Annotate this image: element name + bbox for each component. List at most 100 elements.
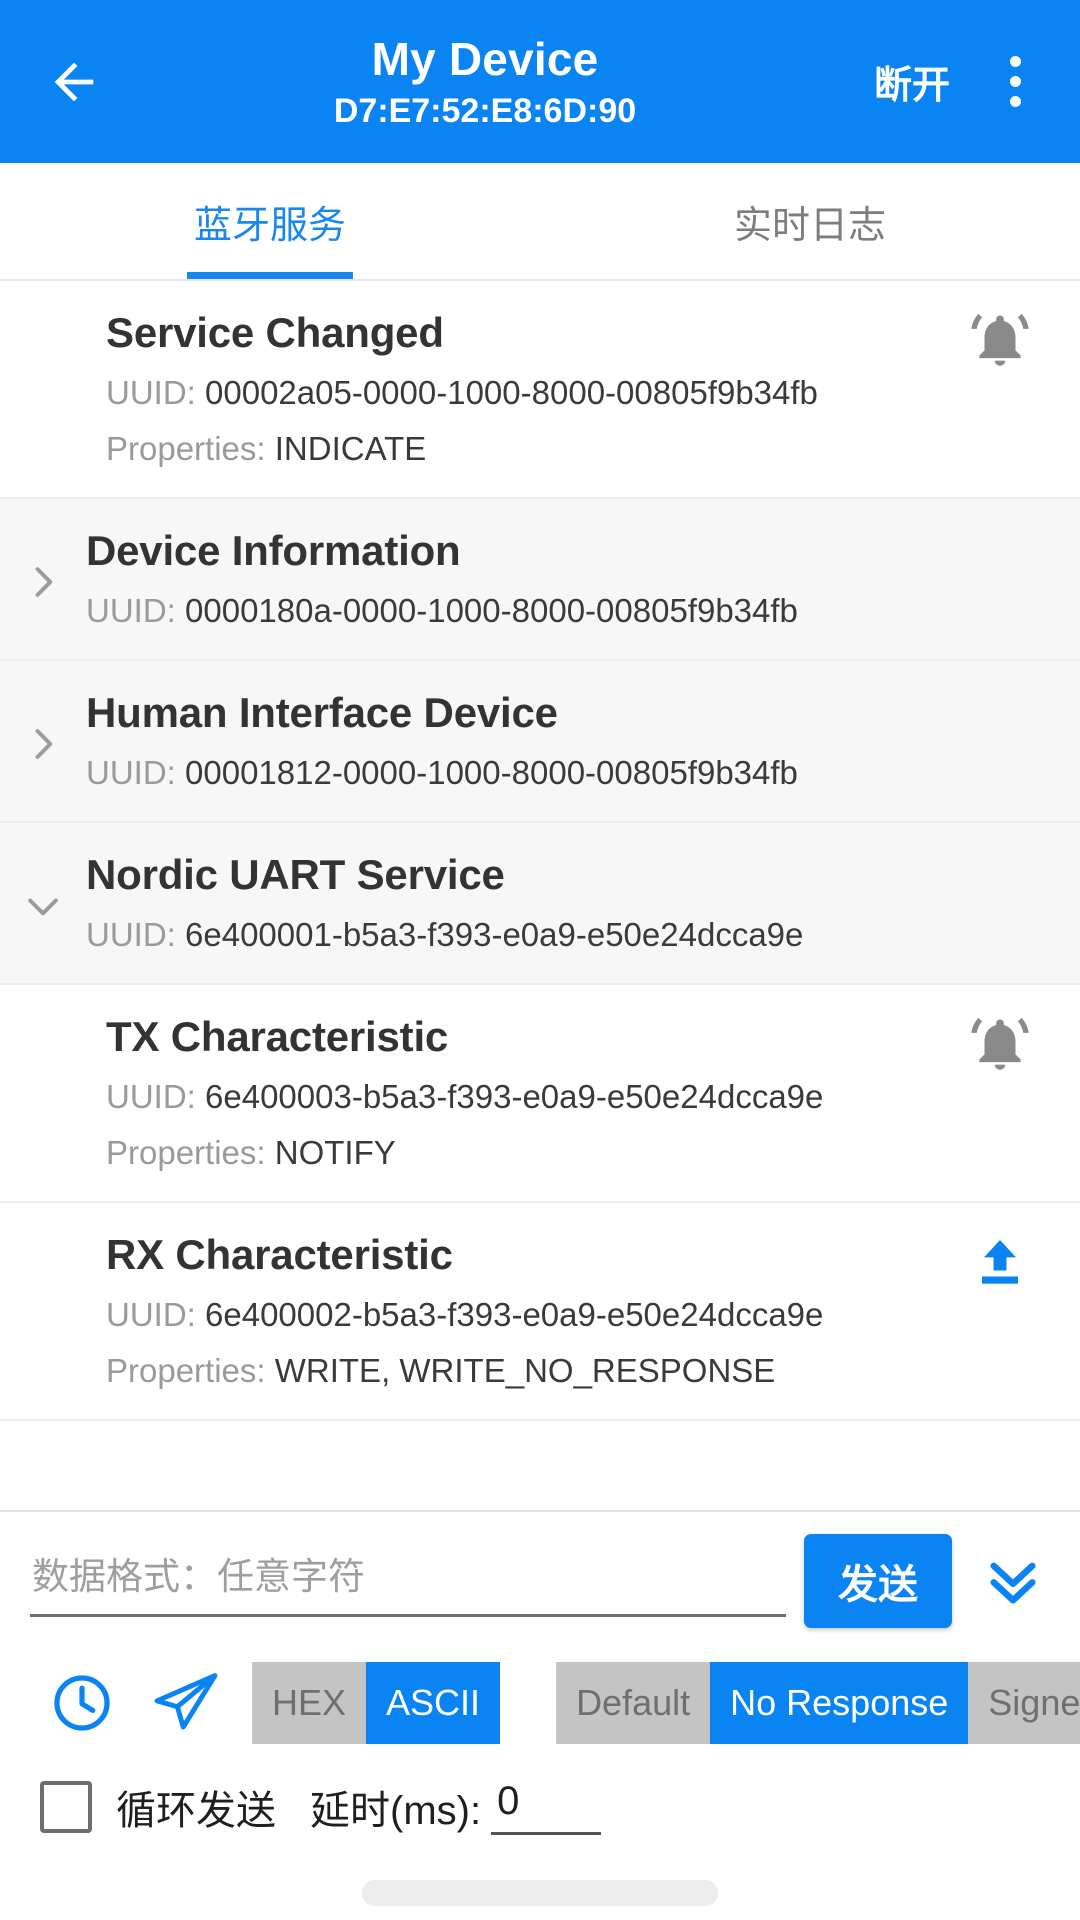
expand-panel-button[interactable] bbox=[970, 1538, 1056, 1624]
send-row: 发送 bbox=[0, 1512, 1080, 1642]
format-option-hex[interactable]: HEX bbox=[252, 1662, 367, 1744]
list-item-properties: Properties: NOTIFY bbox=[106, 1129, 952, 1177]
back-button[interactable] bbox=[28, 36, 120, 128]
upload-arrow-icon bbox=[981, 1240, 1019, 1284]
chevron-down-icon bbox=[28, 898, 58, 916]
uuid-label: UUID: bbox=[86, 916, 176, 953]
properties-label: Properties: bbox=[106, 430, 266, 467]
chevron-right-icon bbox=[35, 729, 53, 759]
uuid-value: 6e400001-b5a3-f393-e0a9-e50e24dcca9e bbox=[185, 916, 804, 953]
clock-icon bbox=[54, 1675, 110, 1731]
expand-toggle[interactable] bbox=[0, 523, 86, 635]
tab-label: 实时日志 bbox=[733, 204, 886, 247]
overflow-menu-button[interactable] bbox=[978, 36, 1052, 128]
chevron-right-icon bbox=[35, 567, 53, 597]
list-item-uuid: UUID: 6e400001-b5a3-f393-e0a9-e50e24dcca… bbox=[86, 911, 1048, 959]
composer-toolbar: HEX ASCII Default No Response Signed bbox=[0, 1642, 1080, 1760]
format-option-ascii[interactable]: ASCII bbox=[366, 1662, 501, 1744]
uuid-value: 0000180a-0000-1000-8000-00805f9b34fb bbox=[185, 592, 798, 629]
properties-label: Properties: bbox=[106, 1134, 266, 1171]
list-item[interactable]: RX Characteristic UUID: 6e400002-b5a3-f3… bbox=[0, 1203, 1080, 1421]
app-bar: My Device D7:E7:52:E8:6D:90 断开 bbox=[0, 0, 1080, 163]
notifications-active-bell-icon bbox=[971, 313, 1029, 366]
home-indicator bbox=[0, 1860, 1080, 1920]
loop-send-checkbox[interactable] bbox=[40, 1781, 92, 1833]
composer-panel: 发送 HEX bbox=[0, 1510, 1080, 1920]
list-item-uuid: UUID: 6e400002-b5a3-f393-e0a9-e50e24dcca… bbox=[106, 1291, 952, 1339]
list-item-uuid: UUID: 0000180a-0000-1000-8000-00805f9b34… bbox=[86, 587, 1048, 635]
more-vertical-icon bbox=[1009, 96, 1021, 107]
properties-label: Properties: bbox=[106, 1352, 266, 1389]
data-input[interactable] bbox=[30, 1545, 786, 1617]
list-item-title: RX Characteristic bbox=[106, 1231, 453, 1278]
list-item-properties: Properties: WRITE, WRITE_NO_RESPONSE bbox=[106, 1347, 952, 1395]
uuid-label: UUID: bbox=[106, 374, 196, 411]
write-mode-segmented-control: Default No Response Signed bbox=[556, 1662, 1080, 1744]
quick-send-button[interactable] bbox=[134, 1658, 238, 1748]
uuid-value: 00001812-0000-1000-8000-00805f9b34fb bbox=[185, 754, 798, 791]
properties-value: NOTIFY bbox=[274, 1134, 396, 1171]
send-button[interactable]: 发送 bbox=[804, 1534, 952, 1628]
write-button[interactable] bbox=[952, 1227, 1048, 1293]
tab-bluetooth-services[interactable]: 蓝牙服务 bbox=[0, 163, 540, 279]
write-mode-signed[interactable]: Signed bbox=[968, 1662, 1080, 1744]
list-item-uuid: UUID: 6e400003-b5a3-f393-e0a9-e50e24dcca… bbox=[106, 1073, 952, 1121]
more-vertical-icon bbox=[1009, 56, 1021, 67]
notify-toggle-button[interactable] bbox=[952, 1009, 1048, 1075]
list-item[interactable]: TX Characteristic UUID: 6e400003-b5a3-f3… bbox=[0, 985, 1080, 1203]
properties-value: WRITE, WRITE_NO_RESPONSE bbox=[274, 1352, 776, 1389]
list-item-uuid: UUID: 00001812-0000-1000-8000-00805f9b34… bbox=[86, 749, 1048, 797]
uuid-value: 6e400003-b5a3-f393-e0a9-e50e24dcca9e bbox=[205, 1078, 824, 1115]
delay-label: 延时(ms): bbox=[310, 1789, 482, 1833]
device-mac-address: D7:E7:52:E8:6D:90 bbox=[333, 91, 637, 130]
device-detail-screen: My Device D7:E7:52:E8:6D:90 断开 蓝牙服务 实时日志… bbox=[0, 0, 1080, 1920]
double-chevron-down-icon bbox=[990, 1562, 1036, 1604]
app-bar-actions: 断开 bbox=[860, 36, 1052, 128]
notify-toggle-button[interactable] bbox=[952, 305, 1048, 371]
uuid-value: 6e400002-b5a3-f393-e0a9-e50e24dcca9e bbox=[205, 1296, 824, 1333]
loop-send-label: 循环发送 bbox=[116, 1789, 276, 1833]
expand-toggle[interactable] bbox=[0, 685, 86, 797]
list-item-uuid: UUID: 00002a05-0000-1000-8000-00805f9b34… bbox=[106, 369, 952, 417]
list-item[interactable]: Nordic UART Service UUID: 6e400001-b5a3-… bbox=[0, 823, 1080, 985]
history-button[interactable] bbox=[30, 1658, 134, 1748]
list-item-title: TX Characteristic bbox=[106, 1013, 449, 1060]
list-item-body: Service Changed UUID: 00002a05-0000-1000… bbox=[0, 305, 952, 473]
list-item[interactable]: Service Changed UUID: 00002a05-0000-1000… bbox=[0, 281, 1080, 499]
list-item-title: Service Changed bbox=[106, 309, 444, 356]
home-indicator-bar bbox=[362, 1880, 718, 1906]
list-item-title: Nordic UART Service bbox=[86, 851, 505, 898]
list-item[interactable]: Human Interface Device UUID: 00001812-00… bbox=[0, 661, 1080, 823]
delay-input[interactable] bbox=[491, 1779, 602, 1835]
tab-label: 蓝牙服务 bbox=[193, 204, 346, 247]
composer-options-row: 循环发送 延时(ms): bbox=[0, 1760, 1080, 1860]
list-item-title: Human Interface Device bbox=[86, 689, 558, 736]
uuid-label: UUID: bbox=[106, 1296, 196, 1333]
arrow-left-icon bbox=[54, 62, 94, 101]
page-title: My Device bbox=[371, 32, 599, 85]
data-format-segmented-control: HEX ASCII bbox=[252, 1662, 501, 1744]
list-item-body: TX Characteristic UUID: 6e400003-b5a3-f3… bbox=[0, 1009, 952, 1177]
tab-realtime-log[interactable]: 实时日志 bbox=[540, 163, 1080, 279]
paper-plane-icon bbox=[154, 1673, 218, 1730]
more-vertical-icon bbox=[1009, 76, 1021, 87]
list-item-title: Device Information bbox=[86, 527, 461, 574]
services-list[interactable]: Service Changed UUID: 00002a05-0000-1000… bbox=[0, 281, 1080, 1510]
list-item-properties: Properties: INDICATE bbox=[106, 425, 952, 473]
list-item-body: Nordic UART Service UUID: 6e400001-b5a3-… bbox=[86, 847, 1048, 959]
uuid-label: UUID: bbox=[106, 1078, 196, 1115]
notifications-active-bell-icon bbox=[971, 1017, 1029, 1070]
uuid-label: UUID: bbox=[86, 754, 176, 791]
list-item-body: RX Characteristic UUID: 6e400002-b5a3-f3… bbox=[0, 1227, 952, 1395]
write-mode-default[interactable]: Default bbox=[556, 1662, 711, 1744]
properties-value: INDICATE bbox=[274, 430, 427, 467]
disconnect-button[interactable]: 断开 bbox=[860, 44, 964, 119]
list-item[interactable]: Device Information UUID: 0000180a-0000-1… bbox=[0, 499, 1080, 661]
app-bar-titles: My Device D7:E7:52:E8:6D:90 bbox=[110, 31, 860, 133]
list-item-body: Human Interface Device UUID: 00001812-00… bbox=[86, 685, 1048, 797]
write-mode-no-response[interactable]: No Response bbox=[710, 1662, 969, 1744]
list-item-body: Device Information UUID: 0000180a-0000-1… bbox=[86, 523, 1048, 635]
uuid-label: UUID: bbox=[86, 592, 176, 629]
collapse-toggle[interactable] bbox=[0, 847, 86, 959]
uuid-value: 00002a05-0000-1000-8000-00805f9b34fb bbox=[205, 374, 818, 411]
